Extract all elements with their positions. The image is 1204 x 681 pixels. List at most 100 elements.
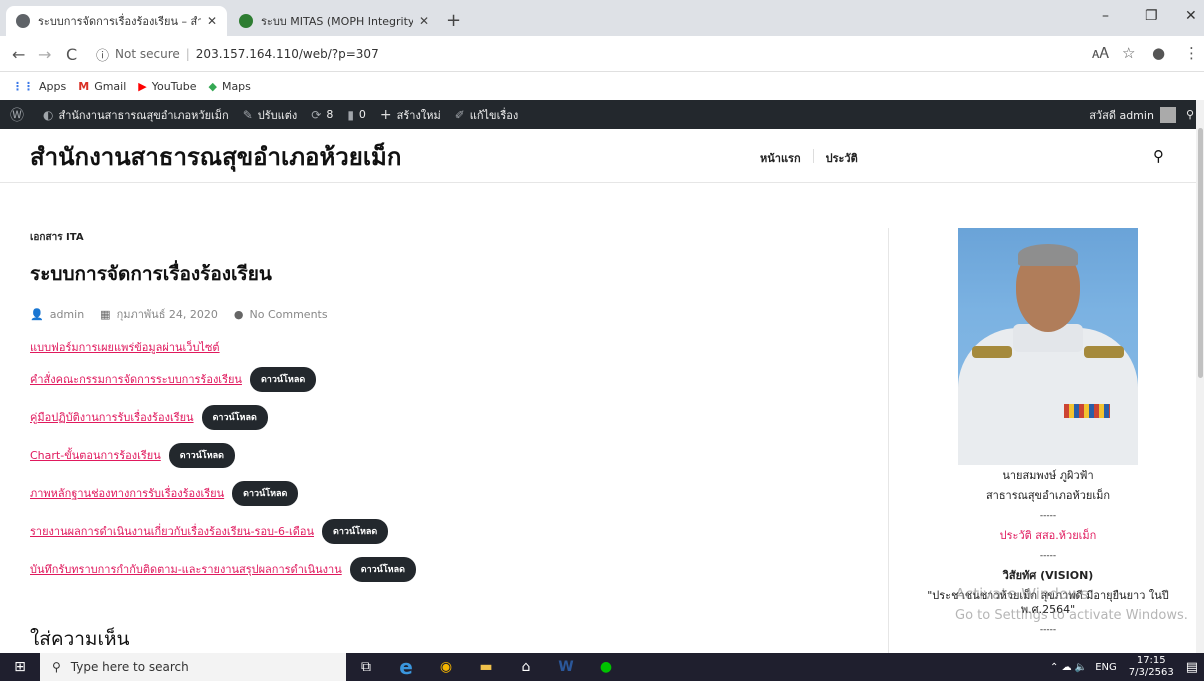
post-date[interactable]: กุมภาพันธ์ 24, 2020 (117, 305, 218, 323)
bookmark-apps[interactable]: ⋮⋮ Apps (12, 80, 66, 93)
epaulette-shape (1084, 346, 1124, 358)
new-tab-button[interactable]: + (446, 10, 461, 31)
updates-icon: ⟳ (311, 107, 322, 122)
adminbar-site-link[interactable]: ◐ สำนักงานสาธารณสุขอำเภอหวัยเม็ก (43, 106, 229, 124)
close-icon[interactable]: ✕ (207, 14, 217, 28)
document-link[interactable]: ภาพหลักฐานช่องทางการรับเรื่องร้องเรียน (30, 484, 224, 502)
site-title[interactable]: สำนักงานสาธารณสุขอำเภอห้วยเม็ก (30, 137, 401, 176)
download-button[interactable]: ดาวน์โหลด (249, 366, 317, 392)
adminbar-new[interactable]: + สร้างใหม่ (380, 106, 441, 124)
tray-icons[interactable]: ⌃ ☁ 🔈 (1050, 662, 1087, 673)
close-icon[interactable]: ✕ (419, 14, 429, 28)
minimize-button[interactable]: – (1102, 8, 1109, 24)
bookmark-label: Apps (39, 79, 67, 93)
address-bar[interactable]: ⓘ Not secure | 203.157.164.110/web/?p=30… (96, 40, 1076, 68)
info-icon[interactable]: ⓘ (96, 45, 109, 64)
hair-shape (1018, 244, 1078, 266)
epaulette-shape (972, 346, 1012, 358)
post-comments-count[interactable]: No Comments (250, 308, 328, 321)
bookmark-maps[interactable]: ◆ Maps (208, 80, 250, 93)
forward-button[interactable]: → (38, 45, 51, 64)
bookmark-star-icon[interactable]: ☆ (1122, 44, 1135, 62)
document-link[interactable]: คู่มือปฏิบัติงานการรับเรื่องร้องเรียน (30, 408, 194, 426)
director-position: สาธารณสุขอำเภอห้วยเม็ก (985, 489, 1111, 502)
document-row: Chart-ขั้นตอนการร้องเรียน ดาวน์โหลด (30, 441, 880, 469)
pencil-icon: ✐ (454, 107, 465, 122)
adminbar-new-label: สร้างใหม่ (396, 108, 441, 122)
adminbar-comments[interactable]: ▮ 0 (347, 108, 366, 122)
adminbar-account: สวัสดี admin ⚲ (1089, 100, 1194, 129)
adminbar-updates[interactable]: ⟳ 8 (311, 108, 333, 122)
tab-title: ระบบการจัดการเรื่องร้องเรียน – สำนักง (38, 15, 201, 28)
history-link[interactable]: ประวัติ สสอ.ห้วยเม็ก (900, 529, 1196, 543)
search-icon[interactable]: ⚲ (1153, 147, 1164, 165)
bookmark-youtube[interactable]: ▶ YouTube (138, 80, 196, 93)
comment-heading: ใส่ความเห็น (30, 628, 130, 650)
document-link[interactable]: รายงานผลการดำเนินงานเกี่ยวกับเรื่องร้องเ… (30, 522, 314, 540)
url-text: 203.157.164.110/web/?p=307 (195, 47, 379, 61)
start-button[interactable]: ⊞ (0, 653, 40, 681)
profile-icon[interactable]: ● (1152, 44, 1165, 62)
clock-date: 7/3/2563 (1128, 667, 1174, 678)
nav-divider (812, 149, 814, 163)
comments-count: 0 (358, 108, 366, 121)
store-icon[interactable]: ⌂ (506, 653, 546, 681)
adminbar-search-icon[interactable]: ⚲ (1186, 108, 1194, 121)
back-button[interactable]: ← (12, 45, 25, 64)
updates-count: 8 (326, 108, 334, 121)
download-button[interactable]: ดาวน์โหลด (201, 404, 268, 430)
document-row: บันทึกรับทราบการกำกับติดตาม-และรายงานสรุ… (30, 555, 880, 583)
post-meta: 👤 admin ▦ กุมภาพันธ์ 24, 2020 ● No Comme… (30, 305, 880, 323)
bookmark-label: Maps (221, 79, 251, 93)
word-icon[interactable]: W (546, 653, 586, 681)
main-navigation: หน้าแรก ประวัติ (760, 149, 870, 167)
language-indicator[interactable]: ENG (1095, 662, 1117, 673)
task-view-icon[interactable]: ⧉ (346, 653, 386, 681)
notifications-icon[interactable]: ▤ (1186, 660, 1198, 675)
tab-complaints[interactable]: ระบบการจัดการเรื่องร้องเรียน – สำนักง ✕ (6, 6, 227, 36)
download-button[interactable]: ดาวน์โหลด (232, 480, 299, 506)
wordpress-logo[interactable]: Ⓦ (10, 105, 29, 125)
avatar[interactable] (1159, 106, 1176, 123)
reload-button[interactable]: C (66, 45, 77, 64)
tab-mitas[interactable]: ระบบ MITAS (MOPH Integrity and ✕ (229, 6, 439, 36)
nav-history[interactable]: ประวัติ (826, 149, 870, 167)
nav-home[interactable]: หน้าแรก (760, 149, 813, 167)
post-author[interactable]: admin (50, 308, 84, 321)
post-category[interactable]: เอกสาร ITA (30, 230, 880, 245)
bookmark-label: Gmail (94, 79, 127, 93)
adminbar-edit-label: แก้ไขเรื่อง (469, 108, 519, 122)
file-explorer-icon[interactable]: ▬ (466, 653, 506, 681)
maximize-button[interactable]: ❐ (1145, 8, 1158, 24)
search-icon: ⚲ (52, 660, 61, 674)
document-link[interactable]: คำสั่งคณะกรรมการจัดการระบบการร้องเรียน (30, 370, 242, 388)
taskbar-search-placeholder: Type here to search (70, 660, 189, 674)
line-icon[interactable]: ● (586, 653, 626, 681)
download-button[interactable]: ดาวน์โหลด (322, 518, 389, 544)
director-portrait (958, 228, 1138, 465)
sidebar-separator: ----- (1039, 551, 1057, 561)
gmail-icon: M (78, 79, 90, 93)
document-link[interactable]: บันทึกรับทราบการกำกับติดตาม-และรายงานสรุ… (30, 560, 342, 578)
document-link[interactable]: Chart-ขั้นตอนการร้องเรียน (30, 446, 161, 464)
ribbon-bar-shape (1064, 404, 1110, 418)
edge-icon[interactable]: e (386, 653, 426, 681)
close-window-button[interactable]: ✕ (1185, 8, 1197, 24)
translate-icon[interactable]: 🗚 (1092, 44, 1109, 62)
menu-icon[interactable]: ⋮ (1184, 44, 1199, 62)
clock[interactable]: 17:15 7/3/2563 (1129, 655, 1174, 679)
adminbar-edit[interactable]: ✐ แก้ไขเรื่อง (455, 106, 519, 124)
taskbar-search[interactable]: ⚲ Type here to search (40, 653, 346, 681)
scrollbar-thumb[interactable] (1198, 128, 1203, 378)
plus-icon: + (379, 106, 392, 123)
download-button[interactable]: ดาวน์โหลด (168, 442, 236, 468)
bookmark-gmail[interactable]: M Gmail (78, 80, 126, 93)
adminbar-greeting[interactable]: สวัสดี admin (1089, 106, 1154, 124)
chrome-icon[interactable]: ◉ (426, 653, 466, 681)
wordpress-icon: Ⓦ (10, 107, 24, 124)
intro-link[interactable]: แบบฟอร์มการเผยแพร่ข้อมูลผ่านเว็บไซต์ (30, 338, 220, 356)
adminbar-customize[interactable]: ✎ ปรับแต่ง (243, 106, 298, 124)
download-button[interactable]: ดาวน์โหลด (349, 556, 416, 582)
document-row: ภาพหลักฐานช่องทางการรับเรื่องร้องเรียน ด… (30, 479, 880, 507)
brush-icon: ✎ (242, 107, 253, 122)
